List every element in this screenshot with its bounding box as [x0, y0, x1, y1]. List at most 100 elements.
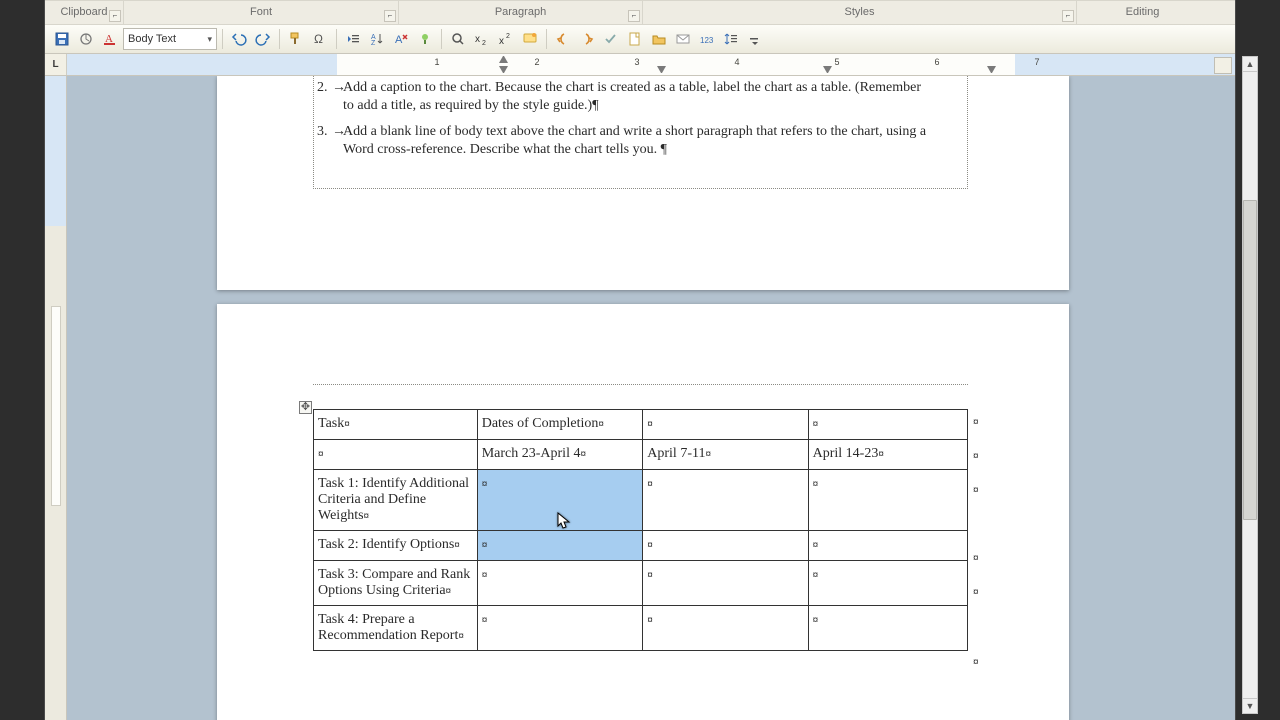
clear-formatting-button[interactable]: A	[390, 28, 412, 50]
table-header-task: Task	[318, 416, 344, 431]
hanging-indent-marker[interactable]	[499, 66, 508, 74]
chevron-down-icon: ▾	[207, 34, 212, 45]
toolbar-overflow-button[interactable]	[744, 28, 766, 50]
ribbon-group-font-label: Font	[250, 6, 272, 18]
horizontal-ruler[interactable]: L 1 2 3 4 5 6 7	[45, 54, 1235, 76]
new-doc-button[interactable]	[624, 28, 646, 50]
tab-selector[interactable]: L	[45, 54, 67, 75]
svg-text:2: 2	[482, 40, 486, 47]
row-end-mark: ¤	[973, 485, 979, 496]
cell-mark: ¤	[647, 419, 653, 430]
svg-text:Z: Z	[371, 40, 376, 47]
cell-mark: ¤	[647, 479, 653, 490]
body-text: Add a blank line of body text above the …	[343, 123, 943, 159]
ruler-number: 4	[734, 57, 739, 67]
svg-text:A: A	[395, 34, 403, 46]
document-workspace: 2. → Add a caption to the chart. Because…	[45, 76, 1235, 720]
sort-button[interactable]: AZ	[366, 28, 388, 50]
styles-dialog-launcher[interactable]: ⌐	[1062, 10, 1074, 22]
date-cell: April 7-11	[647, 446, 705, 461]
task-cell: Task 2: Identify Options	[318, 537, 454, 552]
ruler-number: 7	[1034, 57, 1039, 67]
mail-button[interactable]	[672, 28, 694, 50]
first-line-indent-marker[interactable]	[499, 55, 508, 63]
row-end-mark: ¤	[973, 417, 979, 428]
table-row[interactable]: Task 4: Prepare a Recommendation Report ¤…	[314, 606, 968, 651]
cell-mark: ¤	[318, 449, 324, 460]
cell-mark: ¤	[813, 419, 819, 430]
svg-text:x: x	[475, 34, 480, 45]
toggle-codes-button[interactable]: 123	[696, 28, 718, 50]
document-page[interactable]: 2. → Add a caption to the chart. Because…	[217, 76, 1069, 290]
paragraph-dialog-launcher[interactable]: ⌐	[628, 10, 640, 22]
body-text: Add a caption to the chart. Because the …	[343, 79, 933, 115]
column-marker[interactable]	[823, 66, 832, 74]
svg-text:Ω: Ω	[314, 32, 323, 46]
date-cell: April 14-23	[813, 446, 879, 461]
ribbon-group-editing-label: Editing	[1126, 6, 1160, 18]
svg-text:2: 2	[506, 33, 510, 40]
schedule-table[interactable]: Task ¤ Dates of Completion ¤ ¤ ¤ ¤ March 2…	[313, 409, 968, 651]
selected-cell[interactable]: ¤	[477, 531, 643, 561]
column-marker[interactable]	[657, 66, 666, 74]
ribbon-group-paragraph: Paragraph ⌐	[399, 1, 643, 24]
ribbon-group-paragraph-label: Paragraph	[495, 6, 546, 18]
row-end-mark: ¤	[973, 451, 979, 462]
previous-button[interactable]	[552, 28, 574, 50]
ribbon-group-styles: Styles ⌐	[643, 1, 1077, 24]
document-page[interactable]: ✥ Task ¤ Dates of Completion ¤ ¤ ¤ ¤ March…	[217, 304, 1069, 720]
cell-mark: ¤	[647, 615, 653, 626]
scroll-up-button[interactable]: ▲	[1242, 56, 1258, 72]
style-dropdown-value: Body Text	[128, 33, 176, 45]
row-end-mark: ¤	[973, 657, 979, 668]
ribbon-group-editing: Editing	[1077, 1, 1208, 24]
next-button[interactable]	[576, 28, 598, 50]
insert-symbol-button[interactable]: Ω	[309, 28, 331, 50]
open-button[interactable]	[75, 28, 97, 50]
spellcheck-button[interactable]	[600, 28, 622, 50]
toggle-ruler-button[interactable]	[1214, 57, 1232, 74]
redo-button[interactable]	[252, 28, 274, 50]
table-row[interactable]: Task 1: Identify Additional Criteria and…	[314, 470, 968, 531]
ruler-number: 6	[934, 57, 939, 67]
vertical-ruler[interactable]	[45, 76, 67, 720]
font-dialog-launcher[interactable]: ⌐	[384, 10, 396, 22]
line-spacing-button[interactable]	[720, 28, 742, 50]
open-folder-button[interactable]	[648, 28, 670, 50]
ribbon-group-labels: Clipboard ⌐ Font ⌐ Paragraph ⌐ Styles ⌐ …	[45, 0, 1235, 24]
date-cell: March 23-April 4	[482, 446, 581, 461]
table-row[interactable]: ¤ March 23-April 4¤ April 7-11¤ April 14…	[314, 440, 968, 470]
vertical-scrollbar-thumb[interactable]	[1243, 200, 1257, 520]
ribbon-group-clipboard-label: Clipboard	[60, 6, 107, 18]
ruler-number: 3	[634, 57, 639, 67]
scroll-down-button[interactable]: ▼	[1242, 698, 1258, 714]
table-row[interactable]: Task 3: Compare and Rank Options Using C…	[314, 561, 968, 606]
zoom-button[interactable]	[447, 28, 469, 50]
ruler-number: 2	[534, 57, 539, 67]
undo-button[interactable]	[228, 28, 250, 50]
style-dropdown[interactable]: Body Text ▾	[123, 28, 217, 50]
task-cell: Task 4: Prepare a Recommendation Report	[318, 612, 458, 643]
superscript-button[interactable]: x2	[495, 28, 517, 50]
table-header-dates: Dates of Completion	[482, 416, 599, 431]
task-cell: Task 1: Identify Additional Criteria and…	[318, 476, 469, 523]
subscript-button[interactable]: x2	[471, 28, 493, 50]
cell-mark: ¤	[813, 540, 819, 551]
right-indent-marker[interactable]	[987, 66, 996, 74]
font-color-button[interactable]: A	[99, 28, 121, 50]
svg-text:123: 123	[700, 36, 714, 45]
table-move-handle[interactable]: ✥	[299, 401, 312, 414]
format-painter-button[interactable]	[285, 28, 307, 50]
clipboard-dialog-launcher[interactable]: ⌐	[109, 10, 121, 22]
decrease-indent-button[interactable]	[342, 28, 364, 50]
cell-mark: ¤	[647, 540, 653, 551]
table-row[interactable]: Task 2: Identify Options¤ ¤ ¤ ¤	[314, 531, 968, 561]
save-button[interactable]	[51, 28, 73, 50]
new-comment-button[interactable]	[519, 28, 541, 50]
table-row[interactable]: Task¤ Dates of Completion¤ ¤ ¤	[314, 410, 968, 440]
ribbon-group-font: Font ⌐	[124, 1, 399, 24]
selected-cell[interactable]: ¤	[477, 470, 643, 531]
cell-mark: ¤	[813, 479, 819, 490]
ruler-number: 5	[834, 57, 839, 67]
highlight-button[interactable]	[414, 28, 436, 50]
